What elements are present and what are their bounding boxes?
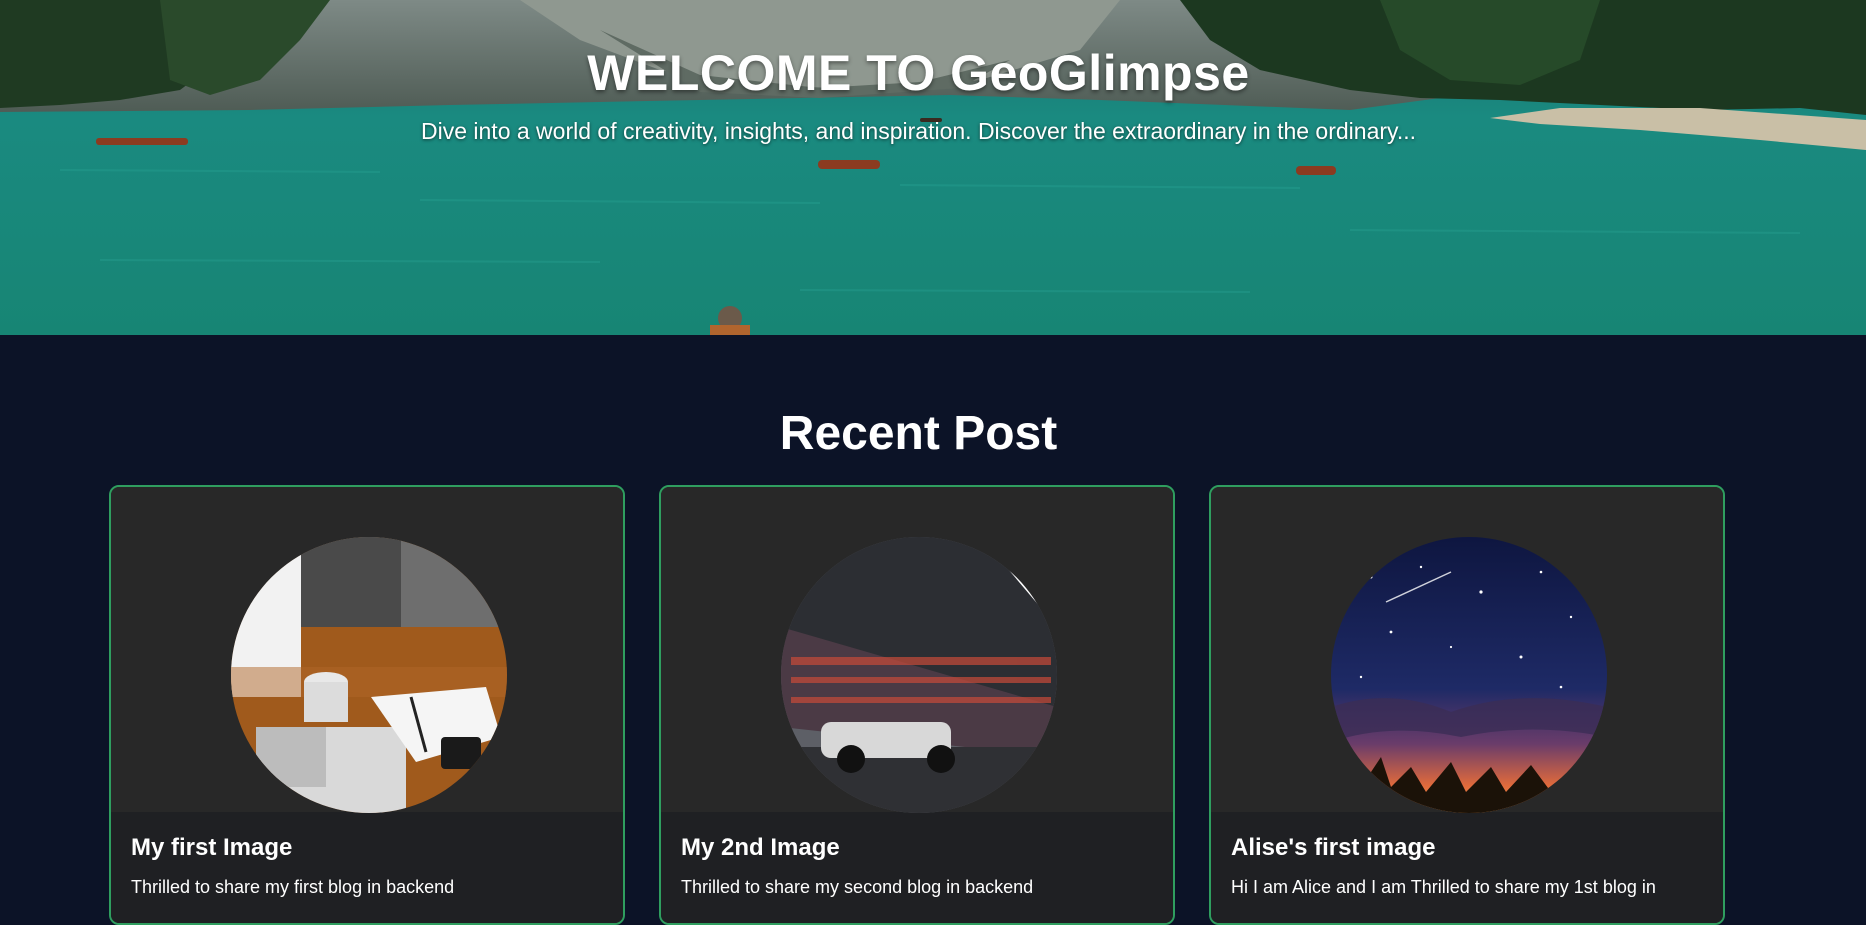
post-card[interactable]: My 2nd Image Thrilled to share my second… (659, 485, 1175, 925)
hero-subtitle: Dive into a world of creativity, insight… (421, 118, 1416, 144)
card-body: My first Image Thrilled to share my firs… (111, 812, 623, 923)
hero-banner: WELCOME TO GeoGlimpse Dive into a world … (0, 0, 1866, 335)
post-title[interactable]: Alise's first image (1231, 834, 1703, 862)
post-card[interactable]: Alise's first image Hi I am Alice and I … (1209, 485, 1725, 925)
post-card[interactable]: My first Image Thrilled to share my firs… (109, 485, 625, 925)
post-title[interactable]: My first Image (131, 834, 603, 862)
card-media (111, 487, 623, 813)
hero-title: WELCOME TO GeoGlimpse (587, 44, 1250, 101)
post-thumbnail-night-sky[interactable] (1331, 537, 1607, 813)
card-body: My 2nd Image Thrilled to share my second… (661, 812, 1173, 923)
post-thumbnail-racetrack[interactable] (781, 537, 1057, 813)
card-media (1211, 487, 1723, 813)
card-body: Alise's first image Hi I am Alice and I … (1211, 812, 1723, 923)
post-title[interactable]: My 2nd Image (681, 834, 1153, 862)
post-thumbnail-desk[interactable] (231, 537, 507, 813)
card-media (661, 487, 1173, 813)
recent-post-heading: Recent Post (779, 406, 1058, 460)
